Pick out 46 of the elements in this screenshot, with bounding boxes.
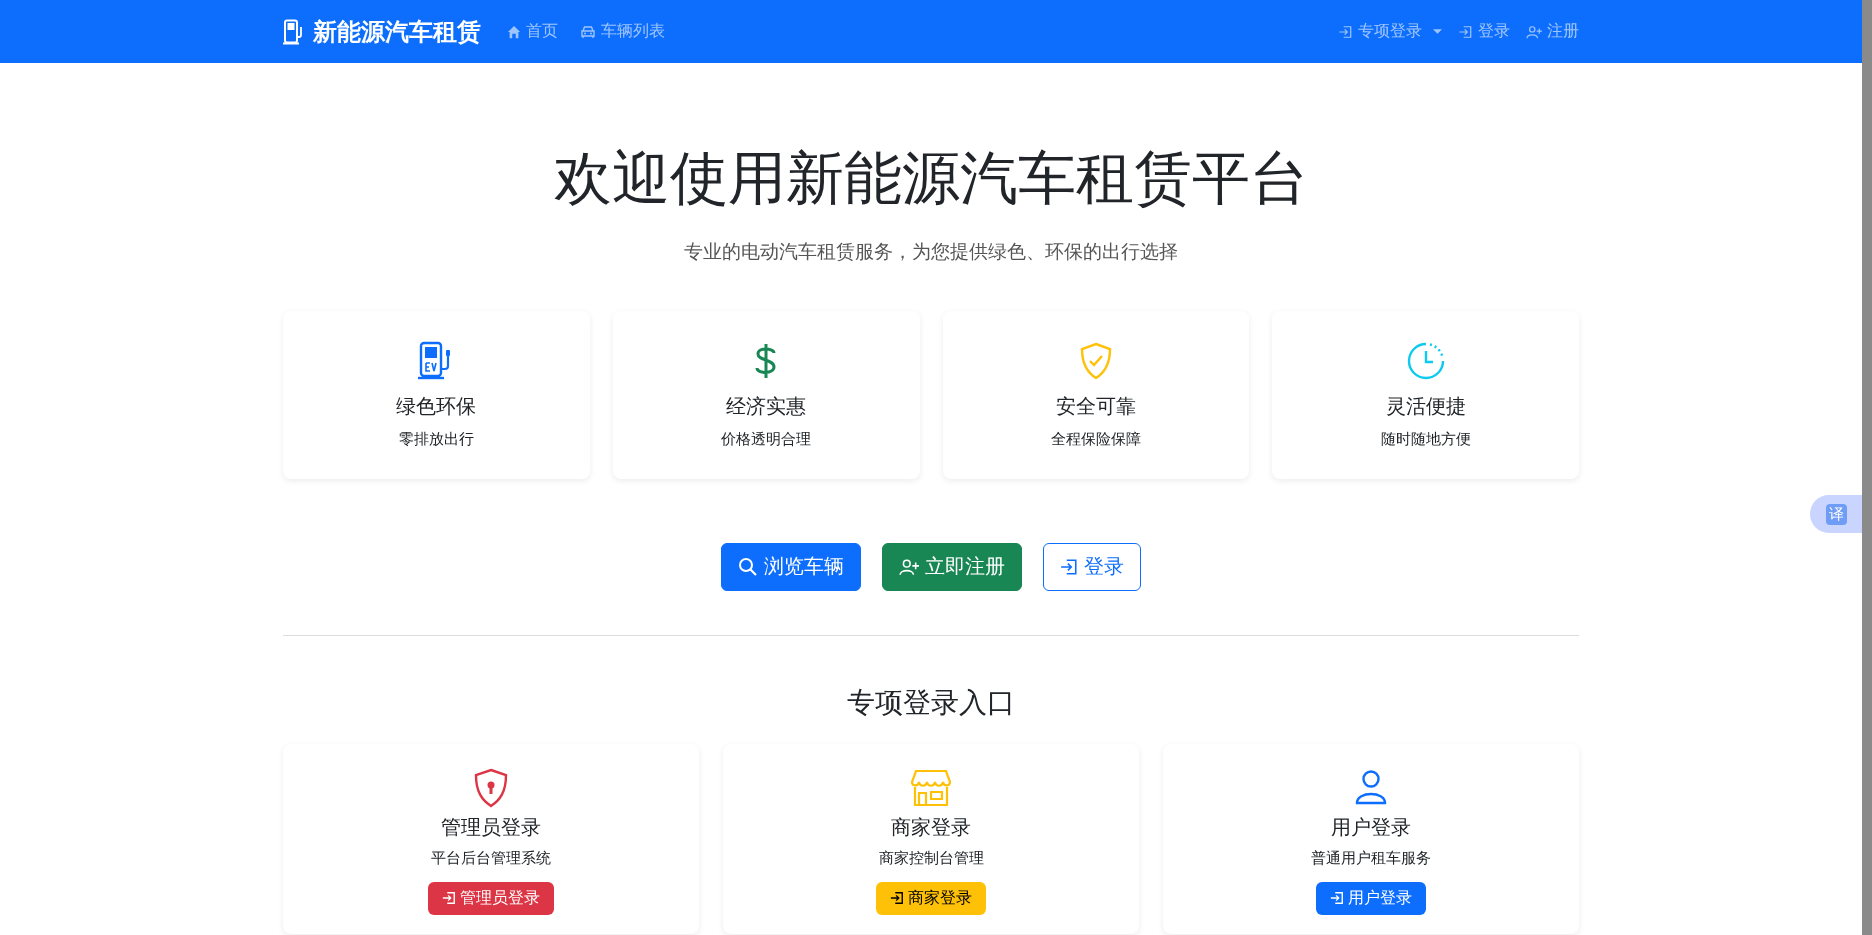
- car-icon: [580, 24, 596, 39]
- caret-icon: [1433, 28, 1442, 35]
- register-button[interactable]: 立即注册: [882, 542, 1022, 591]
- login-card-title: 商家登录: [891, 814, 971, 840]
- feature-title: 绿色环保: [396, 393, 477, 419]
- brand-link[interactable]: 新能源汽车租赁: [283, 15, 481, 48]
- search-icon: [738, 556, 758, 577]
- login-card-title: 管理员登录: [441, 814, 541, 840]
- translate-button[interactable]: 译: [1810, 495, 1862, 533]
- login-card-title: 用户登录: [1331, 814, 1411, 840]
- person-plus-icon: [1526, 24, 1542, 39]
- login-icon: [442, 891, 456, 906]
- feature-title: 安全可靠: [1055, 393, 1136, 419]
- shield-lock-icon: [473, 767, 509, 808]
- shop-icon: [910, 767, 952, 808]
- hero-title: 欢迎使用新能源汽车租赁平台: [553, 144, 1309, 212]
- home-icon: [507, 24, 521, 39]
- scrollbar[interactable]: [1862, 0, 1872, 935]
- feature-text: 随时随地方便: [1380, 429, 1471, 449]
- login-button[interactable]: 管理员登录: [428, 881, 554, 915]
- feature-text: 全程保险保障: [1050, 429, 1141, 449]
- login-icon: [1330, 891, 1344, 906]
- nav-link[interactable]: 注册: [1526, 21, 1579, 42]
- login-card-text: 平台后台管理系统: [431, 848, 551, 868]
- nav-link[interactable]: 首页: [507, 21, 558, 42]
- person-plus-icon: [899, 557, 919, 576]
- login-icon: [890, 891, 904, 906]
- feature-title: 经济实惠: [726, 393, 807, 419]
- nav-link[interactable]: 车辆列表: [580, 21, 665, 42]
- login-button[interactable]: 商家登录: [876, 881, 986, 915]
- feature-text: 零排放出行: [398, 429, 474, 449]
- login-button[interactable]: 用户登录: [1316, 881, 1426, 915]
- login-icon: [1060, 557, 1078, 576]
- login-icon: [1458, 24, 1473, 39]
- section-title: 专项登录入口: [846, 685, 1016, 720]
- feature-text: 价格透明合理: [721, 429, 812, 449]
- hero-subtitle: 专业的电动汽车租赁服务，为您提供绿色、环保的出行选择: [683, 239, 1179, 264]
- login-button[interactable]: 登录: [1043, 542, 1141, 591]
- ev-charger-icon: [283, 18, 305, 45]
- nav-link[interactable]: 登录: [1458, 21, 1510, 42]
- login-card-text: 商家控制台管理: [878, 848, 984, 868]
- dropdown-toggle[interactable]: 专项登录: [1338, 21, 1442, 42]
- login-icon: [1338, 24, 1353, 39]
- browse-button[interactable]: 浏览车辆: [721, 542, 861, 591]
- feature-title: 灵活便捷: [1385, 393, 1466, 419]
- login-card-text: 普通用户租车服务: [1311, 848, 1431, 868]
